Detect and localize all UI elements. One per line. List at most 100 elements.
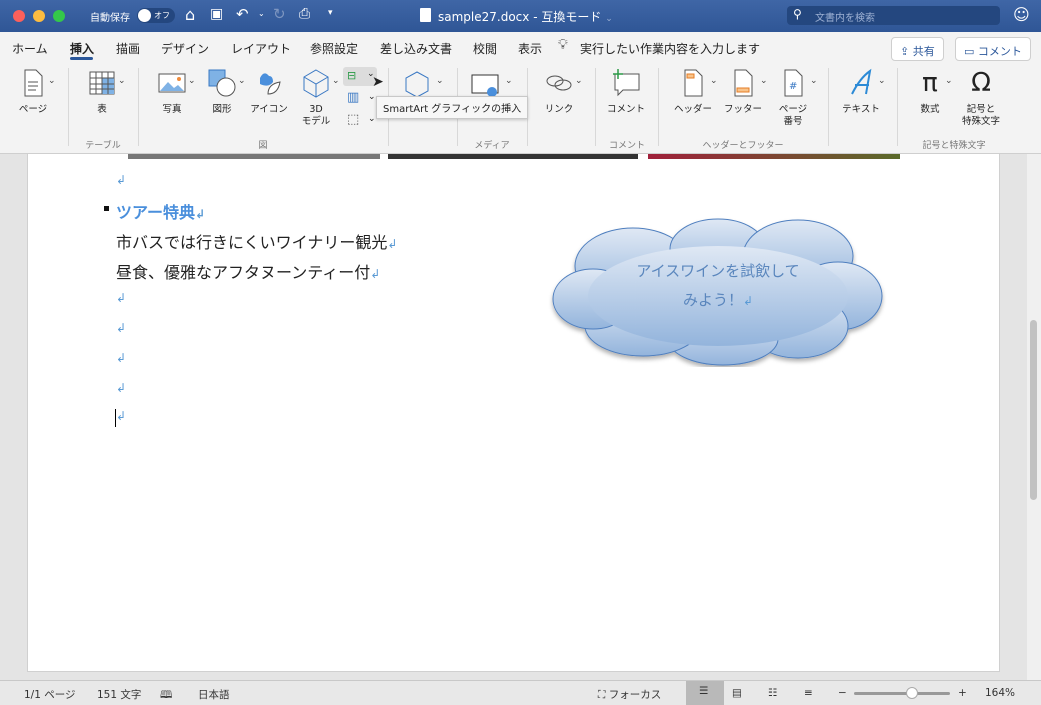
mouse-cursor-icon: ➤ — [372, 74, 384, 90]
language[interactable]: 日本語 — [198, 687, 230, 702]
autosave-toggle[interactable]: オフ — [137, 8, 175, 23]
word-count[interactable]: 151 文字 — [97, 687, 141, 702]
share-button[interactable]: ⇪ 共有 — [891, 37, 944, 61]
divider — [828, 68, 829, 146]
photo-dark — [388, 154, 638, 159]
draft-view-icon[interactable]: ≡ — [804, 687, 813, 699]
body-line-2: 昼食、優雅なアフタヌーンティー付↲ — [116, 263, 381, 282]
chevron-down-icon[interactable]: ⌄ — [368, 92, 376, 102]
zoom-level[interactable]: 164% — [985, 687, 1015, 699]
page-number-icon: # — [784, 69, 803, 97]
status-bar: 1/1 ページ 151 文字 🕮︎ 日本語 ⛶ フォーカス ☰ ▤ ☷ ≡ − … — [0, 680, 1041, 705]
tab-insert[interactable]: 挿入 — [70, 40, 94, 57]
chevron-down-icon[interactable]: ⌄ — [710, 76, 718, 86]
tab-references[interactable]: 参照設定 — [310, 40, 358, 57]
group-label-header-footer: ヘッダーとフッター — [702, 141, 784, 151]
undo-dropdown-chevron-icon[interactable]: ⌄ — [258, 9, 265, 18]
comments-button[interactable]: ▭ コメント — [955, 37, 1031, 61]
tab-draw[interactable]: 描画 — [116, 40, 140, 57]
save-icon[interactable]: ▣ — [210, 6, 223, 22]
proofing-icon[interactable]: 🕮︎ — [160, 687, 172, 705]
search-icon: ⚲ — [793, 7, 802, 21]
scrollbar-thumb[interactable] — [1030, 320, 1037, 500]
chevron-down-icon[interactable]: ⌄ — [878, 76, 886, 86]
bullet — [104, 206, 109, 211]
divider — [897, 68, 898, 146]
chevron-down-icon[interactable]: ⌄ — [188, 76, 196, 86]
autosave-label: 自動保存 — [90, 13, 130, 24]
icons-icon — [260, 73, 281, 95]
zoom-window-button[interactable] — [53, 10, 65, 22]
chevron-down-icon[interactable]: ⌄ — [760, 76, 768, 86]
video-icon[interactable] — [470, 72, 500, 98]
table-icon — [89, 71, 115, 95]
feedback-smiley-icon[interactable]: ☺ — [1013, 5, 1030, 24]
outline-view-icon[interactable]: ☷ — [768, 687, 777, 699]
paragraph-mark: ↲ — [116, 409, 127, 423]
paragraph-mark: ↲ — [116, 291, 127, 305]
undo-icon[interactable]: ↶ — [236, 5, 249, 23]
print-layout-view-button[interactable]: ☰ — [686, 681, 724, 705]
zoom-slider[interactable] — [854, 687, 950, 699]
new-comment-icon — [613, 69, 640, 97]
svg-text:#: # — [789, 81, 797, 92]
zoom-slider-thumb[interactable] — [905, 687, 918, 699]
chevron-down-icon[interactable]: ⌄ — [505, 76, 513, 86]
web-layout-view-icon[interactable]: ▤ — [732, 687, 742, 699]
zoom-out-button[interactable]: − — [838, 687, 847, 699]
tab-home[interactable]: ホーム — [12, 40, 48, 57]
chevron-down-icon[interactable]: ⌄ — [436, 76, 444, 86]
customize-toolbar-icon[interactable]: ▾ — [328, 8, 333, 18]
tab-design[interactable]: デザイン — [161, 40, 209, 57]
tab-layout[interactable]: レイアウト — [231, 40, 291, 57]
chevron-down-icon[interactable]: ⌄ — [368, 114, 376, 124]
print-icon[interactable]: ⎙ — [299, 6, 310, 22]
zoom-in-button[interactable]: + — [958, 687, 967, 699]
divider — [595, 68, 596, 146]
lightbulb-icon: 💡︎ — [558, 37, 568, 53]
print-layout-icon: ☰ — [699, 685, 709, 697]
pi-icon: π — [922, 68, 938, 98]
smartart-tooltip: SmartArt グラフィックの挿入 — [376, 96, 529, 119]
compat-mode: 互換モード — [541, 10, 602, 24]
tab-review[interactable]: 校閲 — [473, 40, 497, 57]
document-page[interactable]: ↲ ツアー特典↲ 市バスでは行きにくいワイナリー観光↲ 昼食、優雅なアフタヌーン… — [27, 154, 1000, 672]
icons-button[interactable]: アイコン — [246, 68, 292, 116]
chevron-down-icon[interactable]: ⌄ — [605, 14, 613, 24]
document-area: ↲ ツアー特典↲ 市バスでは行きにくいワイナリー観光↲ 昼食、優雅なアフタヌーン… — [0, 154, 1027, 680]
new-comment-button[interactable]: コメント — [603, 68, 649, 116]
filename: sample27.docx — [438, 10, 530, 24]
page-count[interactable]: 1/1 ページ — [24, 687, 76, 702]
chevron-down-icon[interactable]: ⌄ — [332, 76, 340, 86]
footer-icon — [734, 69, 753, 97]
comment-icon: ▭ — [964, 45, 975, 58]
vertical-scrollbar[interactable] — [1027, 154, 1041, 680]
chart-icon[interactable]: ▥ — [347, 90, 359, 105]
group-label-media: メディア — [474, 141, 510, 151]
omega-icon: Ω — [971, 68, 991, 98]
title-separator: - — [533, 10, 538, 24]
chevron-down-icon[interactable]: ⌄ — [238, 76, 246, 86]
group-label-symbols: 記号と特殊文字 — [922, 141, 986, 151]
tab-mailings[interactable]: 差し込み文書 — [380, 40, 452, 57]
symbol-button[interactable]: Ω 記号と 特殊文字 — [955, 68, 1007, 128]
paragraph-mark: ↲ — [116, 381, 127, 395]
chevron-down-icon[interactable]: ⌄ — [48, 76, 56, 86]
chevron-down-icon[interactable]: ⌄ — [945, 76, 953, 86]
redo-icon[interactable]: ↻ — [273, 5, 286, 23]
tab-view[interactable]: 表示 — [518, 40, 542, 57]
close-window-button[interactable] — [13, 10, 25, 22]
search-input[interactable]: ⚲ 文書内を検索 — [787, 6, 1000, 25]
chevron-down-icon[interactable]: ⌄ — [575, 76, 583, 86]
paragraph-mark: ↲ — [116, 173, 127, 187]
picture-icon — [158, 73, 186, 93]
chevron-down-icon[interactable]: ⌄ — [810, 76, 818, 86]
divider — [658, 68, 659, 146]
home-icon[interactable]: ⌂ — [185, 5, 195, 24]
chevron-down-icon[interactable]: ⌄ — [118, 76, 126, 86]
text-icon — [851, 68, 872, 95]
screenshot-icon[interactable]: ⬚ — [347, 112, 359, 127]
tell-me-input[interactable]: 実行したい作業内容を入力します — [580, 40, 760, 57]
minimize-window-button[interactable] — [33, 10, 45, 22]
focus-button[interactable]: ⛶ フォーカス — [598, 687, 661, 702]
